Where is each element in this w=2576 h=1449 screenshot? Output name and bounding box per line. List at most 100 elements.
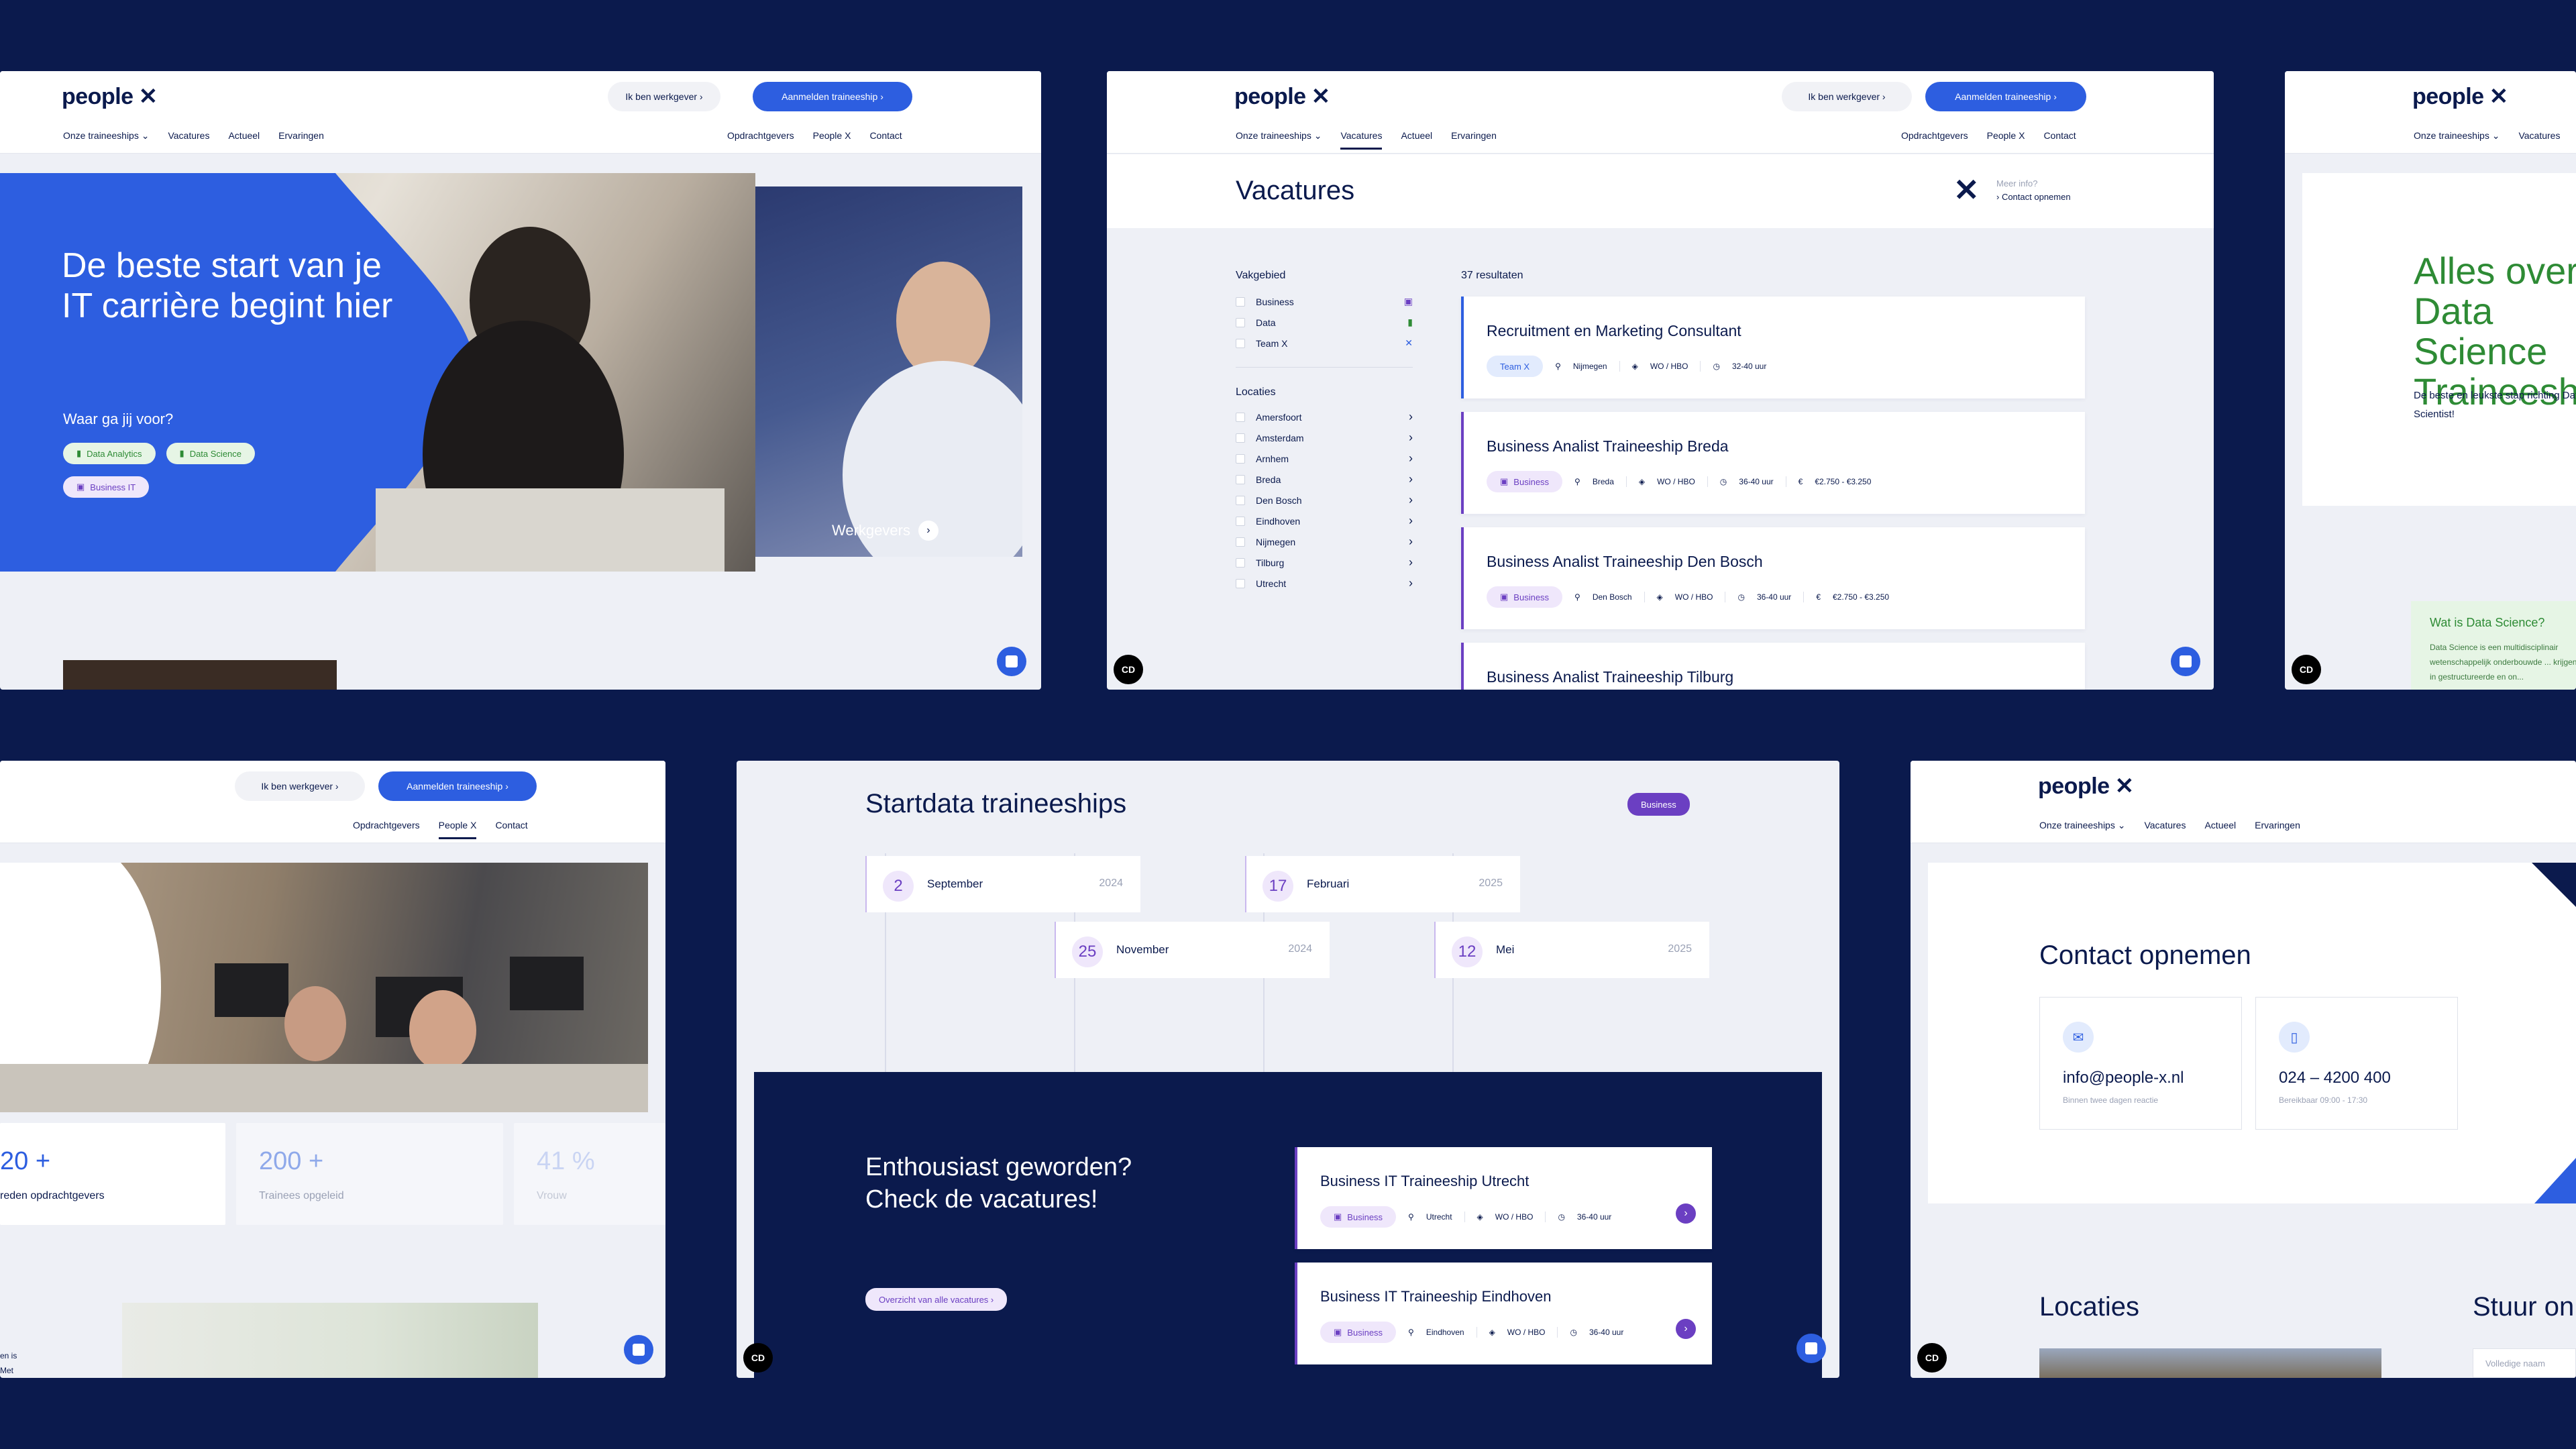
- location-label: Amsterdam: [1256, 432, 1304, 443]
- cookie-button[interactable]: CD: [1917, 1343, 1947, 1373]
- checkbox[interactable]: [1236, 557, 1245, 568]
- employer-button[interactable]: Ik ben werkgever ›: [235, 771, 365, 801]
- nav-ervaringen[interactable]: Ervaringen: [2255, 820, 2300, 831]
- nav-vacatures[interactable]: Vacatures: [2518, 130, 2560, 142]
- chat-icon: [633, 1344, 645, 1356]
- logo[interactable]: people ✕: [2038, 773, 2134, 800]
- chat-button[interactable]: [997, 647, 1026, 676]
- checkbox[interactable]: [1236, 516, 1245, 526]
- filter-location[interactable]: Breda ›: [1236, 469, 1413, 490]
- filter-location[interactable]: Den Bosch ›: [1236, 490, 1413, 511]
- hero-tags-2: ▣ Business IT: [63, 476, 150, 498]
- job-card[interactable]: Business Analist Traineeship Den Bosch ▣…: [1461, 527, 2085, 629]
- name-input[interactable]: Volledige naam: [2473, 1348, 2576, 1378]
- nav-actueel[interactable]: Actueel: [2204, 820, 2236, 831]
- cookie-button[interactable]: CD: [1114, 655, 1143, 684]
- job-card[interactable]: Recruitment en Marketing Consultant Team…: [1461, 297, 2085, 398]
- nav-traineeships[interactable]: Onze traineeships ⌄: [1236, 130, 1322, 150]
- logo[interactable]: people ✕: [62, 83, 158, 110]
- nav-contact[interactable]: Contact: [2043, 130, 2076, 141]
- employers-label[interactable]: Werkgevers ›: [832, 521, 938, 541]
- start-date-card[interactable]: 17 Februari 2025: [1245, 856, 1520, 912]
- tag-data-analytics[interactable]: ▮ Data Analytics: [63, 443, 156, 464]
- email-card[interactable]: ✉ info@people-x.nl Binnen twee dagen rea…: [2039, 997, 2242, 1130]
- open-job-button[interactable]: ›: [1676, 1203, 1696, 1224]
- checkbox[interactable]: [1236, 578, 1245, 588]
- location-label: Amersfoort: [1256, 411, 1302, 423]
- filter-location[interactable]: Nijmegen ›: [1236, 531, 1413, 552]
- filter-location[interactable]: Arnhem ›: [1236, 448, 1413, 469]
- open-job-button[interactable]: ›: [1676, 1319, 1696, 1339]
- cookie-button[interactable]: CD: [743, 1343, 773, 1373]
- employer-button[interactable]: Ik ben werkgever ›: [608, 82, 720, 111]
- checkbox[interactable]: [1236, 433, 1245, 443]
- filter-location[interactable]: Amsterdam ›: [1236, 427, 1413, 448]
- employers-image[interactable]: [755, 186, 1022, 557]
- stat-value: 200 +: [259, 1147, 324, 1175]
- checkbox[interactable]: [1236, 453, 1245, 464]
- job-card[interactable]: Business Analist Traineeship Breda ▣ Busi…: [1461, 412, 2085, 514]
- nav-opdrachtgevers[interactable]: Opdrachtgevers: [1901, 130, 1968, 141]
- nav-actueel[interactable]: Actueel: [1401, 130, 1432, 150]
- nav-people-x[interactable]: People X: [813, 130, 851, 141]
- nav-people-x[interactable]: People X: [438, 820, 477, 839]
- job-title: Recruitment en Marketing Consultant: [1487, 322, 1741, 339]
- cookie-button[interactable]: CD: [2292, 655, 2321, 684]
- logo[interactable]: people ✕: [1234, 83, 1330, 110]
- chat-button[interactable]: [624, 1335, 653, 1364]
- checkbox[interactable]: [1236, 412, 1245, 422]
- checkbox[interactable]: [1236, 495, 1245, 505]
- nav-vacatures[interactable]: Vacatures: [1340, 130, 1383, 150]
- contact-link[interactable]: › Contact opnemen: [1996, 192, 2071, 202]
- filter-data[interactable]: Data ▮: [1236, 312, 1413, 333]
- stat-value: 20 +: [0, 1147, 51, 1175]
- filter-business[interactable]: Business ▣: [1236, 291, 1413, 312]
- signup-button[interactable]: Aanmelden traineeship ›: [753, 82, 912, 111]
- checkbox[interactable]: [1236, 338, 1245, 348]
- nav-people-x[interactable]: People X: [1987, 130, 2025, 141]
- chat-button[interactable]: [1796, 1334, 1826, 1363]
- logo[interactable]: people ✕: [2412, 83, 2508, 110]
- filter-location[interactable]: Eindhoven ›: [1236, 511, 1413, 531]
- nav-vacatures[interactable]: Vacatures: [2144, 820, 2186, 831]
- job-card[interactable]: Business Analist Traineeship Tilburg: [1461, 643, 2085, 690]
- nav-contact[interactable]: Contact: [869, 130, 902, 141]
- nav-ervaringen[interactable]: Ervaringen: [1451, 130, 1497, 150]
- nav-traineeships[interactable]: Onze traineeships ⌄: [2039, 820, 2125, 831]
- nav-opdrachtgevers[interactable]: Opdrachtgevers: [353, 820, 420, 839]
- start-date-card[interactable]: 12 Mei 2025: [1434, 922, 1709, 978]
- employer-button[interactable]: Ik ben werkgever ›: [1782, 82, 1912, 111]
- filter-location[interactable]: Amersfoort ›: [1236, 407, 1413, 427]
- filter-location[interactable]: Tilburg ›: [1236, 552, 1413, 573]
- tag-data-science[interactable]: ▮ Data Science: [166, 443, 256, 464]
- checkbox[interactable]: [1236, 297, 1245, 307]
- start-date-card[interactable]: 2 September 2024: [865, 856, 1140, 912]
- checkbox[interactable]: [1236, 537, 1245, 547]
- nav-contact[interactable]: Contact: [495, 820, 527, 839]
- job-meta: ▣ Business ⚲ Eindhoven ◈ WO / HBO ◷ 36-40 uu…: [1320, 1322, 1623, 1343]
- chat-button[interactable]: [2171, 647, 2200, 676]
- nav-ervaringen[interactable]: Ervaringen: [278, 130, 324, 142]
- checkbox[interactable]: [1236, 317, 1245, 327]
- filter-team-x[interactable]: Team X ✕: [1236, 333, 1413, 354]
- nav-traineeships[interactable]: Onze traineeships ⌄: [2414, 130, 2500, 142]
- tag-business-it[interactable]: ▣ Business IT: [63, 476, 150, 498]
- nav-actueel[interactable]: Actueel: [228, 130, 260, 142]
- job-card[interactable]: Business IT Traineeship Eindhoven ▣ Busin…: [1295, 1263, 1712, 1364]
- job-tag: ▣ Business: [1487, 471, 1563, 492]
- briefcase-icon: ▣: [1500, 592, 1509, 602]
- signup-button[interactable]: Aanmelden traineeship ›: [1925, 82, 2086, 111]
- business-badge[interactable]: Business: [1627, 793, 1690, 816]
- nav-traineeships[interactable]: Onze traineeships ⌄: [63, 130, 149, 142]
- phone-card[interactable]: ▯ 024 – 4200 400 Bereikbaar 09:00 - 17:3…: [2255, 997, 2458, 1130]
- start-date-card[interactable]: 25 November 2024: [1055, 922, 1330, 978]
- phone-number[interactable]: 024 – 4200 400: [2279, 1069, 2391, 1087]
- job-card[interactable]: Business IT Traineeship Utrecht ▣ Busines…: [1295, 1147, 1712, 1249]
- all-vacancies-button[interactable]: Overzicht van alle vacatures ›: [865, 1288, 1008, 1311]
- signup-button[interactable]: Aanmelden traineeship ›: [378, 771, 537, 801]
- nav-opdrachtgevers[interactable]: Opdrachtgevers: [727, 130, 794, 141]
- filter-location[interactable]: Utrecht ›: [1236, 573, 1413, 594]
- email-address[interactable]: info@people-x.nl: [2063, 1069, 2184, 1087]
- nav-vacatures[interactable]: Vacatures: [168, 130, 209, 142]
- checkbox[interactable]: [1236, 474, 1245, 484]
